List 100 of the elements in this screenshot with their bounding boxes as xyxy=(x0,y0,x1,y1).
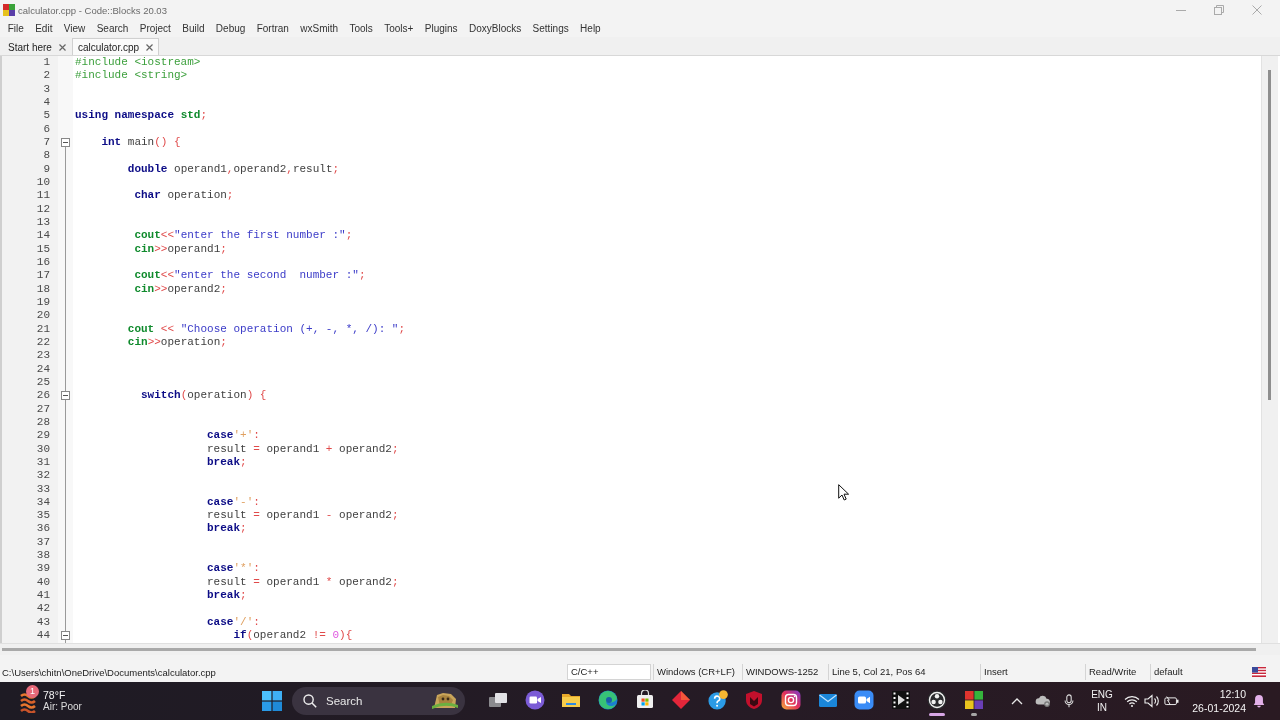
clock-date[interactable]: 26-01-2024 xyxy=(1192,701,1246,715)
minus-box-icon[interactable] xyxy=(60,138,70,148)
video-camera-icon[interactable] xyxy=(524,690,545,710)
search-box[interactable]: Search xyxy=(292,687,465,715)
code-line: cout<<"enter the second number :"; xyxy=(133,269,366,283)
store-bag-icon[interactable] xyxy=(634,690,655,710)
menu-item[interactable]: wxSmith xyxy=(294,21,344,36)
menu-item[interactable]: File xyxy=(2,21,30,36)
menu-item[interactable]: View xyxy=(58,21,91,36)
chevron-up-icon[interactable] xyxy=(1011,697,1023,705)
window-title: calculator.cpp - Code::Blocks 20.03 xyxy=(18,4,167,16)
line-number: 43 xyxy=(36,615,50,630)
menu-item[interactable]: Plugins xyxy=(419,21,464,36)
status-field[interactable]: C/C++ xyxy=(567,664,651,680)
line-number: 28 xyxy=(36,415,50,430)
menu-item[interactable]: DoxyBlocks xyxy=(463,21,527,36)
line-number: 38 xyxy=(36,549,50,563)
menu-item[interactable]: Search xyxy=(91,21,135,36)
line-number: 22 xyxy=(36,335,50,350)
code-line: #include <iostream> xyxy=(75,56,201,70)
menu-item[interactable]: Settings xyxy=(526,21,575,36)
code-line: double operand1,operand2,result; xyxy=(126,162,340,176)
line-number: 4 xyxy=(43,96,50,110)
windows-logo-icon[interactable] xyxy=(262,691,282,711)
line-number: 39 xyxy=(36,562,50,576)
line-number: 36 xyxy=(36,522,50,536)
line-number: 24 xyxy=(36,362,50,376)
line-number: 7 xyxy=(43,135,50,150)
menu-item[interactable]: Build xyxy=(176,21,211,36)
line-number: 14 xyxy=(36,229,50,243)
menu-item[interactable]: Tools+ xyxy=(378,21,420,36)
editor-tab[interactable]: Start here xyxy=(2,38,72,55)
line-number: 34 xyxy=(36,495,50,510)
overlapping-windows-icon[interactable] xyxy=(488,690,509,710)
restore-icon xyxy=(1214,5,1224,15)
status-field: default xyxy=(1150,664,1246,680)
clock-time[interactable]: 12:10 xyxy=(1219,687,1246,701)
editor-tab[interactable]: calculator.cpp xyxy=(71,38,160,55)
code-line: cin>>operation; xyxy=(126,335,227,350)
menu-item[interactable]: Fortran xyxy=(251,21,295,36)
status-field: Read/Write xyxy=(1085,664,1150,680)
flag-icon xyxy=(1252,667,1266,677)
menu-item[interactable]: Project xyxy=(134,21,177,36)
volume-icon[interactable] xyxy=(1144,694,1160,708)
line-number: 42 xyxy=(36,602,50,616)
minimize-icon xyxy=(1176,9,1186,11)
temperature-text: 78°F xyxy=(43,689,67,701)
battery-icon[interactable] xyxy=(1164,694,1180,708)
file-path: C:\Users\chitn\OneDrive\Documents\calculator.cpp xyxy=(1,666,217,678)
line-number: 44 xyxy=(36,629,50,643)
code-line: if(operand2 != 0){ xyxy=(232,629,353,643)
code-line: case'/': xyxy=(206,615,260,630)
code-line: char operation; xyxy=(133,189,234,203)
language-text[interactable]: ENG xyxy=(1091,688,1113,701)
menu-item[interactable]: Debug xyxy=(210,21,251,36)
line-number: 11 xyxy=(36,189,50,203)
ring-icon[interactable] xyxy=(927,690,948,710)
code-line: case'*': xyxy=(206,562,260,576)
diamond-icon[interactable] xyxy=(671,690,692,710)
line-number: 16 xyxy=(36,255,50,270)
scrollbar-thumb[interactable] xyxy=(1268,70,1271,400)
code-line: cout << "Choose operation (+, -, *, /): "; xyxy=(126,322,406,336)
video-camera-icon[interactable] xyxy=(854,690,875,710)
line-number: 17 xyxy=(36,269,50,283)
line-number: 37 xyxy=(36,535,50,550)
line-number: 23 xyxy=(36,349,50,363)
region-text[interactable]: IN xyxy=(1097,701,1107,714)
scrollbar-thumb[interactable] xyxy=(2,648,1256,651)
status-field: WINDOWS-1252 xyxy=(742,664,828,680)
line-number: 32 xyxy=(36,469,50,483)
bell-icon[interactable] xyxy=(1251,694,1267,708)
search-icon xyxy=(303,694,317,708)
browser-icon[interactable] xyxy=(598,690,619,710)
line-number: 1 xyxy=(43,56,50,70)
line-number: 10 xyxy=(36,175,50,190)
help-icon[interactable] xyxy=(707,690,728,710)
line-number: 12 xyxy=(36,202,50,216)
tiles-icon[interactable] xyxy=(964,690,984,710)
line-number: 29 xyxy=(36,429,50,443)
code-line: cin>>operand2; xyxy=(133,282,227,296)
code-line: #include <string> xyxy=(75,69,188,83)
code-line: break; xyxy=(206,522,247,536)
film-icon[interactable] xyxy=(890,690,911,710)
line-number: 31 xyxy=(36,455,50,470)
vertical-scrollbar[interactable] xyxy=(1261,56,1278,643)
code-line: case'-': xyxy=(206,495,260,510)
line-number: 40 xyxy=(36,575,50,590)
shield-icon[interactable] xyxy=(744,690,765,710)
menu-item[interactable]: Edit xyxy=(29,21,59,36)
minus-box-icon[interactable] xyxy=(60,631,70,641)
close-icon[interactable] xyxy=(146,43,154,51)
menu-item[interactable]: Help xyxy=(574,21,607,36)
line-number: 3 xyxy=(43,82,50,96)
menu-item[interactable]: Tools xyxy=(343,21,379,36)
cloud-icon[interactable] xyxy=(1035,694,1051,708)
minus-box-icon[interactable] xyxy=(60,391,70,401)
code-line: result = operand1 + operand2; xyxy=(206,442,399,456)
camera-icon[interactable] xyxy=(781,690,802,710)
wifi-icon[interactable] xyxy=(1124,694,1140,708)
close-icon[interactable] xyxy=(58,43,66,51)
